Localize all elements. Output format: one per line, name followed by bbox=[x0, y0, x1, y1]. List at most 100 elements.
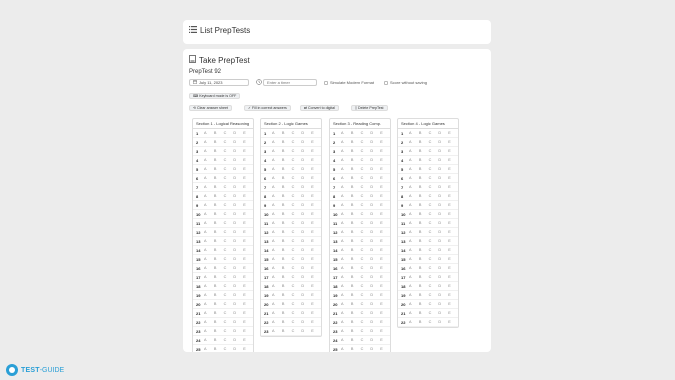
answer-choice[interactable]: C bbox=[224, 167, 234, 171]
answer-choice[interactable]: E bbox=[243, 185, 253, 189]
answer-choice[interactable]: A bbox=[409, 158, 419, 162]
answer-choice[interactable]: B bbox=[214, 203, 224, 207]
answer-choice[interactable]: A bbox=[341, 302, 351, 306]
answer-choice[interactable]: C bbox=[292, 131, 302, 135]
answer-choice[interactable]: C bbox=[361, 185, 371, 189]
answer-choice[interactable]: A bbox=[272, 329, 282, 333]
answer-choice[interactable]: A bbox=[341, 293, 351, 297]
answer-choice[interactable]: C bbox=[361, 221, 371, 225]
answer-choice[interactable]: E bbox=[243, 257, 253, 261]
answer-choice[interactable]: C bbox=[361, 311, 371, 315]
answer-choice[interactable]: B bbox=[282, 248, 292, 252]
answer-choice[interactable]: E bbox=[243, 338, 253, 342]
answer-choice[interactable]: D bbox=[438, 167, 448, 171]
answer-choice[interactable]: C bbox=[292, 239, 302, 243]
answer-choice[interactable]: E bbox=[243, 248, 253, 252]
answer-choice[interactable]: B bbox=[214, 131, 224, 135]
answer-choice[interactable]: A bbox=[341, 266, 351, 270]
answer-choice[interactable]: B bbox=[282, 284, 292, 288]
answer-choice[interactable]: C bbox=[224, 212, 234, 216]
answer-choice[interactable]: E bbox=[448, 149, 458, 153]
answer-choice[interactable]: C bbox=[224, 284, 234, 288]
answer-choice[interactable]: B bbox=[351, 320, 361, 324]
answer-choice[interactable]: E bbox=[311, 293, 321, 297]
answer-choice[interactable]: C bbox=[361, 248, 371, 252]
answer-choice[interactable]: A bbox=[409, 293, 419, 297]
answer-choice[interactable]: E bbox=[243, 239, 253, 243]
answer-choice[interactable]: A bbox=[204, 275, 214, 279]
answer-choice[interactable]: B bbox=[351, 131, 361, 135]
answer-choice[interactable]: B bbox=[351, 266, 361, 270]
answer-choice[interactable]: B bbox=[419, 311, 429, 315]
answer-choice[interactable]: E bbox=[380, 329, 390, 333]
answer-choice[interactable]: D bbox=[370, 293, 380, 297]
answer-choice[interactable]: A bbox=[204, 338, 214, 342]
answer-choice[interactable]: E bbox=[448, 293, 458, 297]
answer-choice[interactable]: C bbox=[361, 131, 371, 135]
answer-choice[interactable]: E bbox=[380, 185, 390, 189]
answer-choice[interactable]: B bbox=[351, 338, 361, 342]
answer-choice[interactable]: C bbox=[429, 149, 439, 153]
answer-choice[interactable]: C bbox=[292, 158, 302, 162]
answer-choice[interactable]: B bbox=[214, 212, 224, 216]
answer-choice[interactable]: E bbox=[311, 311, 321, 315]
answer-choice[interactable]: B bbox=[214, 158, 224, 162]
answer-choice[interactable]: B bbox=[351, 158, 361, 162]
answer-choice[interactable]: A bbox=[272, 230, 282, 234]
answer-choice[interactable]: E bbox=[311, 239, 321, 243]
answer-choice[interactable]: E bbox=[380, 257, 390, 261]
answer-choice[interactable]: B bbox=[282, 131, 292, 135]
answer-choice[interactable]: D bbox=[301, 221, 311, 225]
answer-choice[interactable]: B bbox=[351, 194, 361, 198]
answer-choice[interactable]: E bbox=[448, 167, 458, 171]
answer-choice[interactable]: A bbox=[272, 131, 282, 135]
answer-choice[interactable]: C bbox=[292, 284, 302, 288]
answer-choice[interactable]: E bbox=[380, 347, 390, 351]
answer-choice[interactable]: D bbox=[233, 212, 243, 216]
answer-choice[interactable]: B bbox=[214, 338, 224, 342]
answer-choice[interactable]: E bbox=[243, 347, 253, 351]
answer-choice[interactable]: D bbox=[301, 167, 311, 171]
answer-choice[interactable]: D bbox=[370, 167, 380, 171]
answer-choice[interactable]: C bbox=[292, 203, 302, 207]
answer-choice[interactable]: D bbox=[301, 329, 311, 333]
answer-choice[interactable]: A bbox=[409, 302, 419, 306]
answer-choice[interactable]: C bbox=[224, 302, 234, 306]
answer-choice[interactable]: D bbox=[438, 203, 448, 207]
answer-choice[interactable]: E bbox=[311, 284, 321, 288]
answer-choice[interactable]: C bbox=[292, 257, 302, 261]
answer-choice[interactable]: B bbox=[351, 239, 361, 243]
answer-choice[interactable]: B bbox=[282, 140, 292, 144]
answer-choice[interactable]: E bbox=[380, 284, 390, 288]
answer-choice[interactable]: E bbox=[380, 212, 390, 216]
answer-choice[interactable]: E bbox=[380, 293, 390, 297]
answer-choice[interactable]: D bbox=[370, 131, 380, 135]
answer-choice[interactable]: D bbox=[438, 176, 448, 180]
answer-choice[interactable]: E bbox=[380, 338, 390, 342]
answer-choice[interactable]: E bbox=[448, 275, 458, 279]
answer-choice[interactable]: A bbox=[204, 239, 214, 243]
answer-choice[interactable]: B bbox=[419, 176, 429, 180]
answer-choice[interactable]: B bbox=[282, 302, 292, 306]
answer-choice[interactable]: E bbox=[380, 230, 390, 234]
answer-choice[interactable]: C bbox=[224, 203, 234, 207]
answer-choice[interactable]: D bbox=[301, 203, 311, 207]
answer-choice[interactable]: D bbox=[233, 230, 243, 234]
answer-choice[interactable]: B bbox=[419, 239, 429, 243]
answer-choice[interactable]: E bbox=[448, 311, 458, 315]
answer-choice[interactable]: A bbox=[341, 320, 351, 324]
answer-choice[interactable]: B bbox=[214, 239, 224, 243]
answer-choice[interactable]: B bbox=[282, 275, 292, 279]
answer-choice[interactable]: D bbox=[438, 302, 448, 306]
answer-choice[interactable]: C bbox=[361, 194, 371, 198]
answer-choice[interactable]: A bbox=[409, 131, 419, 135]
answer-choice[interactable]: D bbox=[301, 140, 311, 144]
answer-choice[interactable]: E bbox=[448, 131, 458, 135]
answer-choice[interactable]: E bbox=[243, 131, 253, 135]
answer-choice[interactable]: D bbox=[301, 257, 311, 261]
answer-choice[interactable]: A bbox=[341, 284, 351, 288]
answer-choice[interactable]: C bbox=[429, 284, 439, 288]
answer-choice[interactable]: D bbox=[233, 302, 243, 306]
answer-choice[interactable]: B bbox=[351, 275, 361, 279]
answer-choice[interactable]: D bbox=[370, 140, 380, 144]
